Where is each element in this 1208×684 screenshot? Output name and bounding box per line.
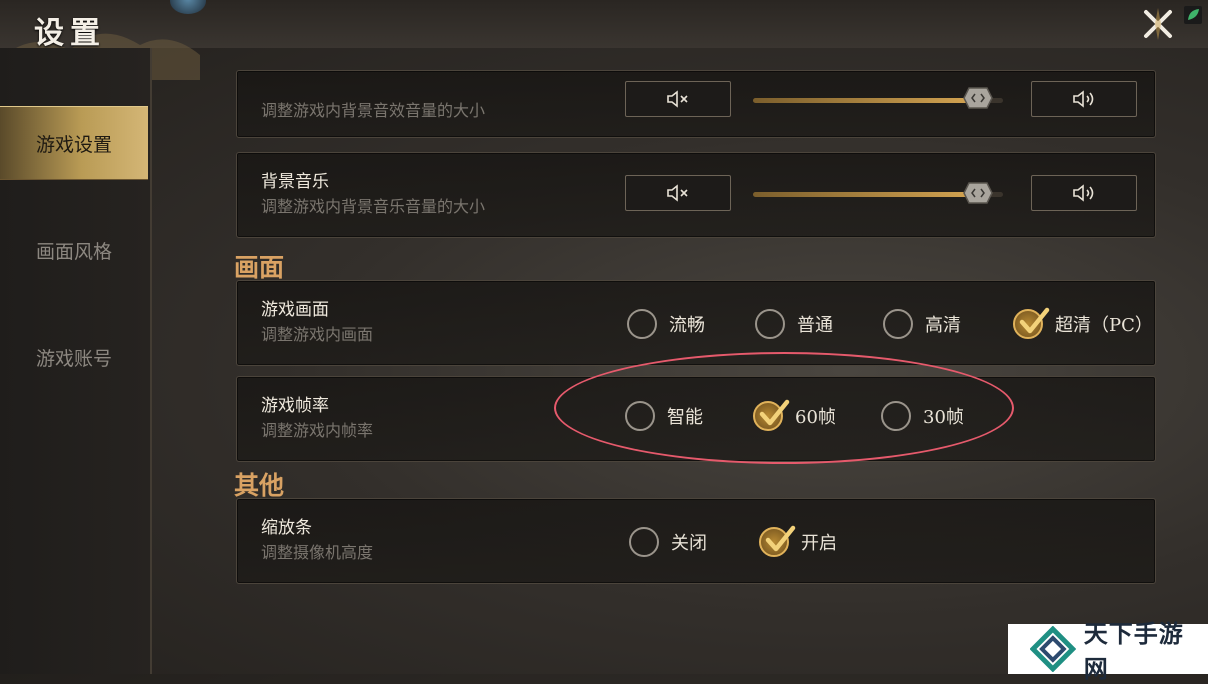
sidebar-item-label: 画面风格 [35, 240, 112, 263]
option-label: 超清（PC） [1055, 315, 1153, 336]
background-music-subtitle: 调整游戏内背景音乐音量的大小 [261, 197, 486, 216]
radio-button [881, 401, 911, 431]
framerate-option-auto[interactable]: 智能 [625, 401, 703, 431]
zoom-bar-panel: 缩放条 调整摄像机高度 关闭 开启 [236, 498, 1156, 584]
sidebar-item-game-account[interactable]: 游戏账号 [0, 321, 148, 393]
background-music-slider-handle[interactable] [963, 182, 993, 204]
mute-icon [667, 184, 688, 202]
framerate-option-30fps[interactable]: 30帧 [881, 401, 964, 431]
radio-button [629, 527, 659, 557]
section-heading-other: 其他 [234, 471, 285, 500]
framerate-option-60fps[interactable]: 60帧 [753, 399, 836, 431]
mute-icon [667, 90, 688, 108]
zoom-bar-subtitle: 调整摄像机高度 [261, 543, 374, 562]
radio-button [883, 309, 913, 339]
option-label: 智能 [667, 407, 703, 428]
quality-option-ultra-pc[interactable]: 超清（PC） [1013, 307, 1153, 339]
sound-effects-mute-button[interactable] [625, 81, 731, 117]
option-label: 开启 [801, 533, 837, 554]
sound-effects-max-button[interactable] [1031, 81, 1137, 117]
volume-up-icon [1073, 184, 1094, 202]
page-title: 设置 [34, 16, 106, 51]
quality-option-normal[interactable]: 普通 [755, 309, 833, 339]
quality-option-smooth[interactable]: 流畅 [627, 309, 705, 339]
check-icon [759, 399, 790, 426]
option-label: 关闭 [671, 533, 707, 554]
check-icon [1019, 307, 1050, 334]
background-music-panel: 背景音乐 调整游戏内背景音乐音量的大小 [236, 152, 1156, 238]
radio-button [753, 399, 790, 431]
option-label: 高清 [925, 315, 961, 336]
option-label: 普通 [797, 315, 833, 336]
leaf-icon [1184, 6, 1202, 24]
sidebar-item-display-style[interactable]: 画面风格 [0, 214, 148, 286]
option-label: 流畅 [669, 315, 705, 336]
zoom-bar-title: 缩放条 [261, 518, 312, 538]
close-button[interactable] [1138, 4, 1178, 44]
framerate-title: 游戏帧率 [261, 396, 329, 416]
radio-button [755, 309, 785, 339]
sidebar-item-label: 游戏账号 [35, 347, 112, 370]
graphics-quality-title: 游戏画面 [261, 300, 329, 320]
background-music-title: 背景音乐 [261, 172, 329, 192]
check-icon [765, 525, 796, 552]
close-icon [1144, 8, 1172, 40]
background-music-max-button[interactable] [1031, 175, 1137, 211]
sound-effects-slider-handle[interactable] [963, 87, 993, 109]
radio-button [625, 401, 655, 431]
sidebar-item-game-settings[interactable]: 游戏设置 [0, 106, 148, 180]
framerate-subtitle: 调整游戏内帧率 [261, 421, 374, 440]
background-music-mute-button[interactable] [625, 175, 731, 211]
radio-button [759, 525, 796, 557]
watermark: 天下手游网 [1008, 620, 1208, 683]
volume-up-icon [1073, 90, 1094, 108]
option-label: 30帧 [923, 407, 964, 428]
zoom-bar-option-off[interactable]: 关闭 [629, 527, 707, 557]
sidebar-item-label: 游戏设置 [35, 133, 112, 156]
section-heading-graphics: 画面 [234, 253, 285, 282]
option-label: 60帧 [795, 407, 836, 428]
quality-option-hd[interactable]: 高清 [883, 309, 961, 339]
sound-effects-panel: 调整游戏内背景音效音量的大小 [236, 70, 1156, 138]
radio-button [627, 309, 657, 339]
diamond-logo-icon [1030, 626, 1076, 672]
graphics-quality-panel: 游戏画面 调整游戏内画面 流畅 普通 高清 超清（PC） [236, 280, 1156, 366]
sound-effects-subtitle: 调整游戏内背景音效音量的大小 [261, 101, 486, 120]
zoom-bar-option-on[interactable]: 开启 [759, 525, 837, 557]
graphics-quality-subtitle: 调整游戏内画面 [261, 325, 374, 344]
radio-button [1013, 307, 1050, 339]
framerate-panel: 游戏帧率 调整游戏内帧率 智能 60帧 30帧 [236, 376, 1156, 462]
sidebar: 游戏设置 画面风格 游戏账号 [0, 48, 152, 674]
